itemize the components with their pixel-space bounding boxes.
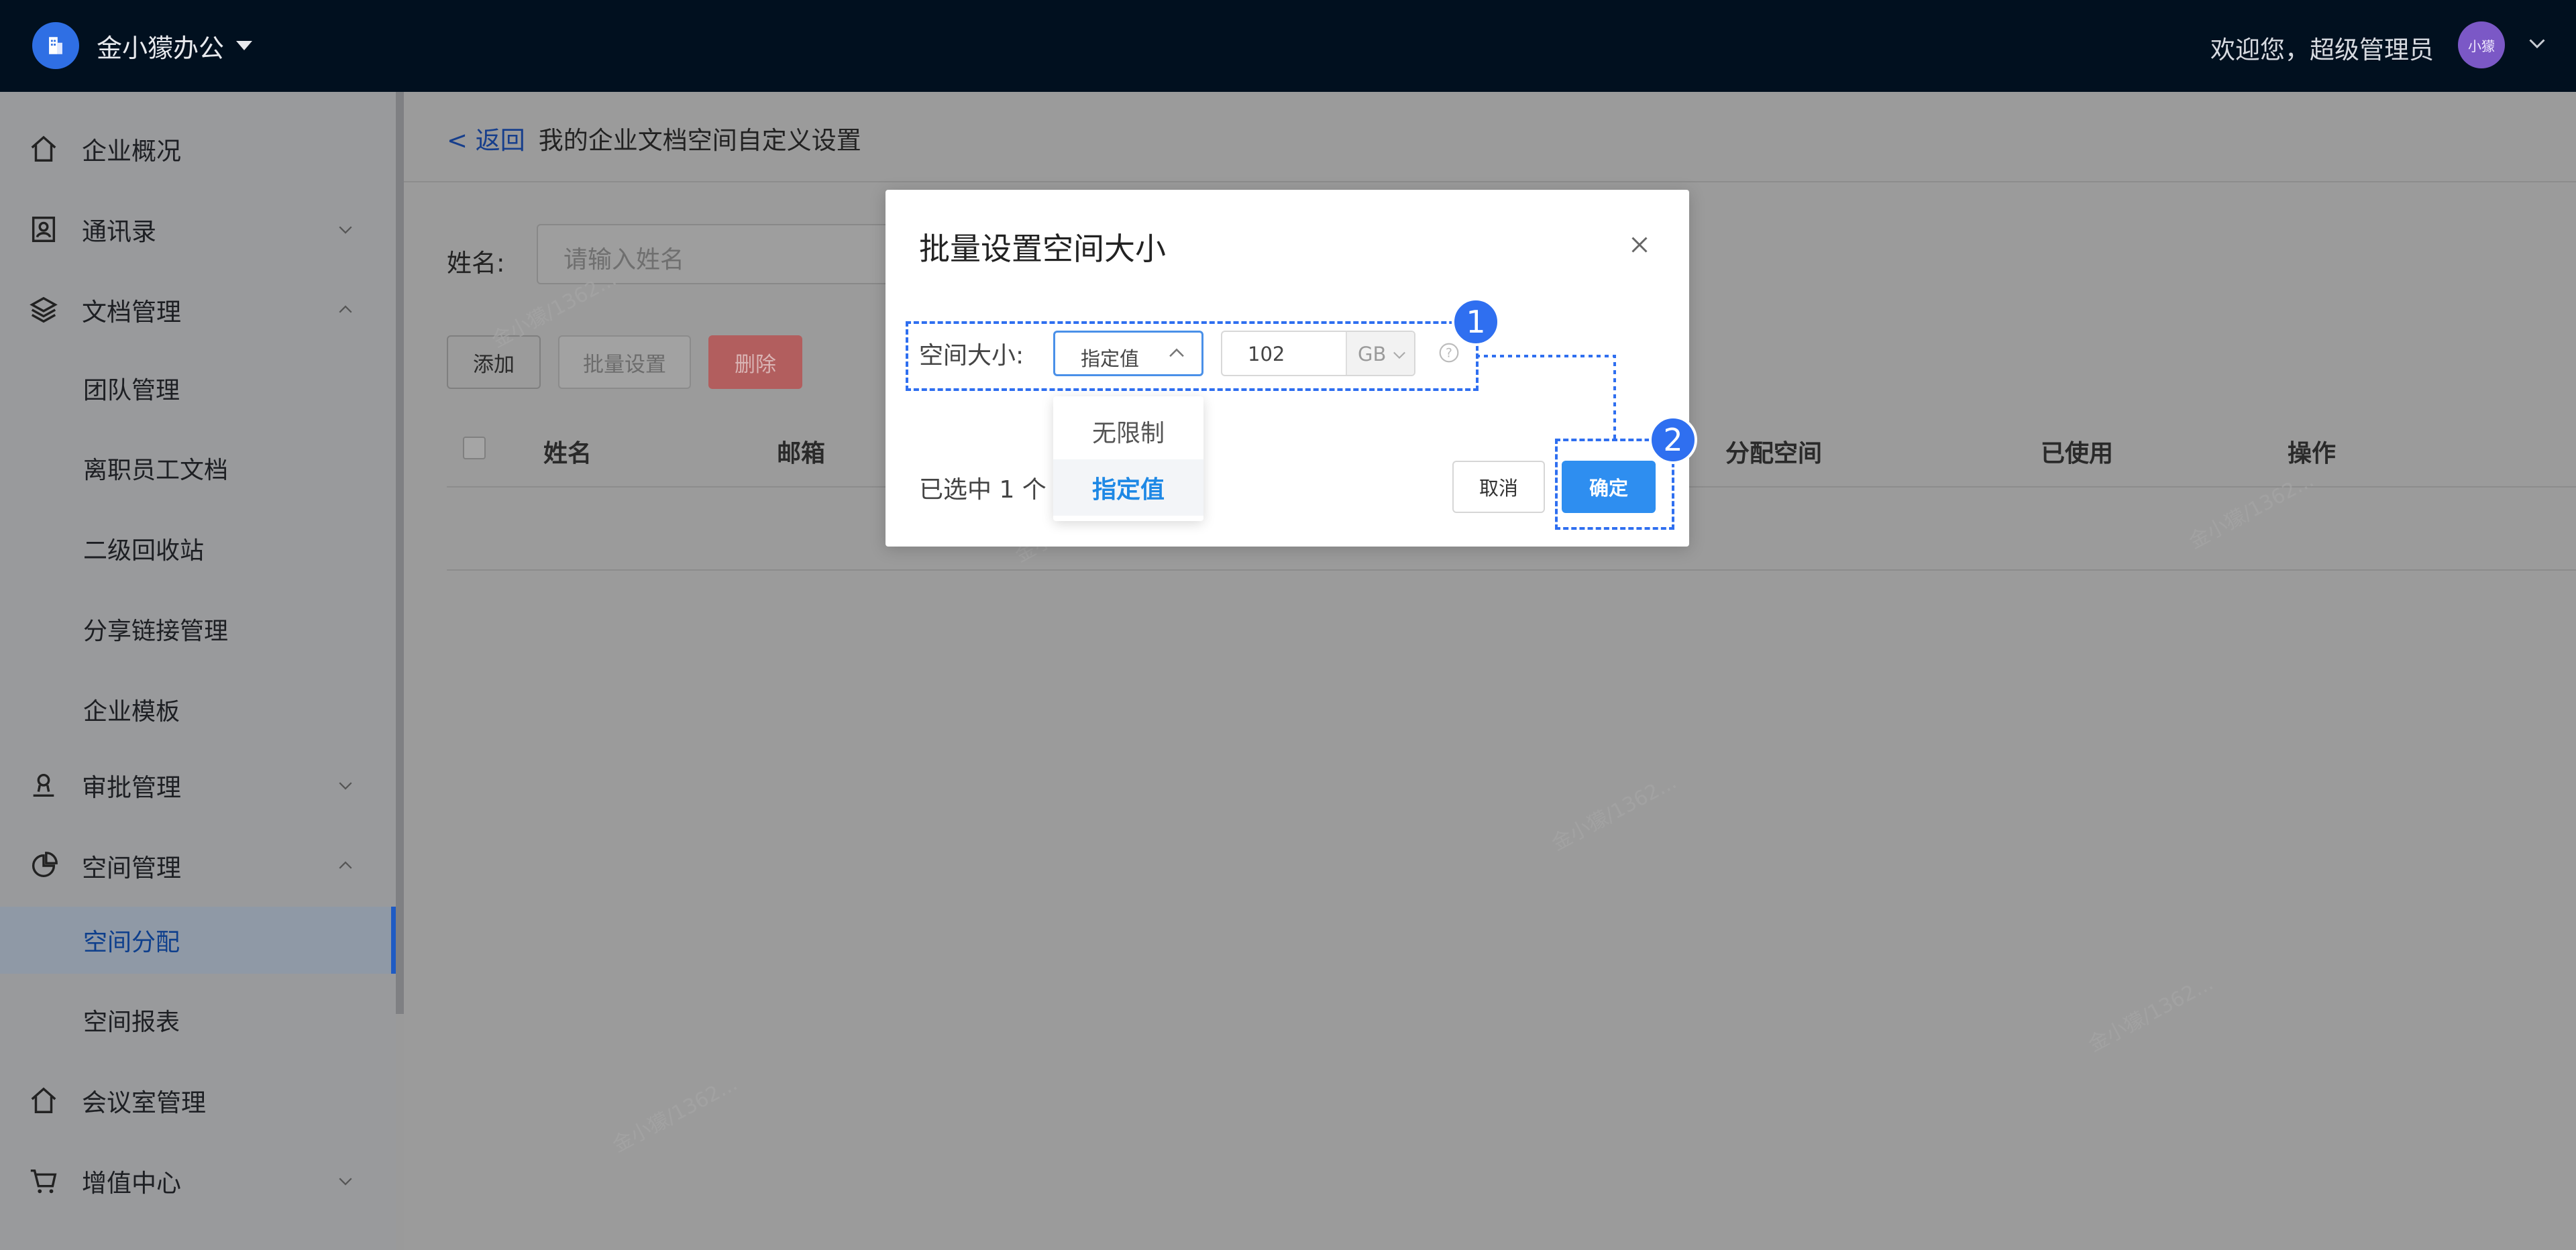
chevron-down-icon[interactable] [2525, 31, 2549, 55]
sidebar-item-label: 空间报表 [83, 1009, 180, 1036]
chevron-down-icon [339, 1178, 352, 1186]
delete-button[interactable]: 删除 [708, 335, 802, 389]
select-all-checkbox[interactable] [463, 437, 486, 459]
sidebar-item-label: 企业概况 [82, 137, 181, 166]
home-icon [31, 135, 56, 162]
sidebar-item-value-center[interactable]: 增值中心 [0, 1141, 396, 1221]
watermark: 金小獴/1362... [2185, 468, 2318, 554]
sidebar-item-space-report[interactable]: 空间报表 [0, 986, 396, 1054]
cancel-button[interactable]: 取消 [1452, 461, 1545, 513]
option-specified[interactable]: 指定值 [1053, 459, 1203, 516]
pie-chart-icon [32, 852, 58, 878]
column-header-allocated-space: 分配空间 [1725, 440, 1823, 467]
annotation-connector [1476, 355, 1616, 439]
layers-icon [30, 296, 58, 323]
home-icon [31, 1087, 56, 1113]
breadcrumb: < 返回 我的企业文档空间自定义设置 [447, 120, 861, 156]
sidebar-item-templates[interactable]: 企业模板 [0, 676, 396, 743]
building-icon [32, 22, 79, 69]
sidebar-item-label: 企业模板 [83, 698, 180, 726]
chevron-up-icon [339, 305, 352, 313]
contact-card-icon [32, 217, 56, 242]
table-divider [447, 569, 2576, 571]
sidebar-item-label: 文档管理 [82, 298, 181, 327]
name-filter-label: 姓名: [447, 249, 505, 278]
welcome-text: 欢迎您，超级管理员 [2210, 36, 2434, 64]
sidebar-item-label: 审批管理 [82, 773, 181, 802]
sidebar: 企业概况 通讯录 文档管理 团队管理 离职员工文档 二级回收站 分享链接管理 企… [0, 92, 396, 1250]
avatar[interactable]: 小獴 [2458, 21, 2505, 68]
sidebar-item-space[interactable]: 空间管理 [0, 826, 396, 906]
divider [404, 181, 2576, 182]
back-link[interactable]: < 返回 [447, 126, 525, 155]
sidebar-item-label: 空间分配 [83, 929, 180, 956]
sidebar-item-docs[interactable]: 文档管理 [0, 270, 396, 350]
column-header-used: 已使用 [2041, 440, 2114, 467]
user-icon [33, 773, 54, 797]
name-search-placeholder: 请输入姓名 [564, 246, 685, 274]
sidebar-item-approval[interactable]: 审批管理 [0, 745, 396, 826]
sidebar-item-space-allocation[interactable]: 空间分配 [0, 907, 396, 974]
watermark: 金小獴/1362... [2084, 971, 2217, 1057]
column-header-email: 邮箱 [777, 440, 826, 467]
chevron-down-icon [339, 226, 352, 234]
annotation-box-1 [906, 321, 1479, 391]
sidebar-item-recycle-bin[interactable]: 二级回收站 [0, 515, 396, 582]
size-mode-dropdown: 无限制 指定值 [1053, 396, 1203, 521]
watermark: 金小獴/1362... [608, 1072, 741, 1157]
sidebar-item-label: 离职员工文档 [83, 457, 229, 484]
sidebar-item-label: 增值中心 [82, 1169, 181, 1198]
column-header-name: 姓名 [543, 440, 592, 467]
chevron-down-icon [339, 782, 352, 790]
cart-icon [30, 1169, 57, 1194]
sidebar-item-former-staff-docs[interactable]: 离职员工文档 [0, 435, 396, 502]
selected-count: 已选中 1 个 [919, 476, 1046, 504]
option-unlimited[interactable]: 无限制 [1053, 403, 1203, 459]
org-switcher[interactable]: 金小獴办公 [32, 21, 253, 70]
sidebar-item-label: 会议室管理 [82, 1088, 206, 1117]
sidebar-item-team[interactable]: 团队管理 [0, 355, 396, 422]
org-name: 金小獴办公 [97, 33, 225, 63]
chevron-up-icon [339, 861, 352, 869]
page-title: 我的企业文档空间自定义设置 [538, 126, 861, 155]
annotation-badge-1: 1 [1452, 298, 1500, 346]
dialog-title: 批量设置空间大小 [919, 231, 1166, 267]
sidebar-item-contacts[interactable]: 通讯录 [0, 189, 396, 270]
annotation-badge-2: 2 [1649, 416, 1697, 464]
sidebar-item-share-links[interactable]: 分享链接管理 [0, 595, 396, 663]
sidebar-item-label: 通讯录 [82, 217, 156, 246]
sidebar-item-label: 二级回收站 [83, 537, 205, 565]
caret-down-icon [236, 41, 253, 50]
sidebar-item-label: 空间管理 [82, 854, 181, 883]
column-header-actions: 操作 [2288, 440, 2337, 467]
close-icon[interactable] [1627, 233, 1652, 257]
batch-settings-button[interactable]: 批量设置 [558, 335, 691, 389]
sidebar-item-meeting-rooms[interactable]: 会议室管理 [0, 1060, 396, 1141]
watermark: 金小獴/1362... [1548, 770, 1680, 856]
sidebar-item-label: 团队管理 [83, 377, 180, 404]
sidebar-item-label: 分享链接管理 [83, 618, 229, 645]
sidebar-item-overview[interactable]: 企业概况 [0, 109, 396, 189]
top-bar: 金小獴办公 欢迎您，超级管理员 小獴 [0, 0, 2576, 92]
sidebar-scrollbar[interactable] [396, 92, 404, 1014]
